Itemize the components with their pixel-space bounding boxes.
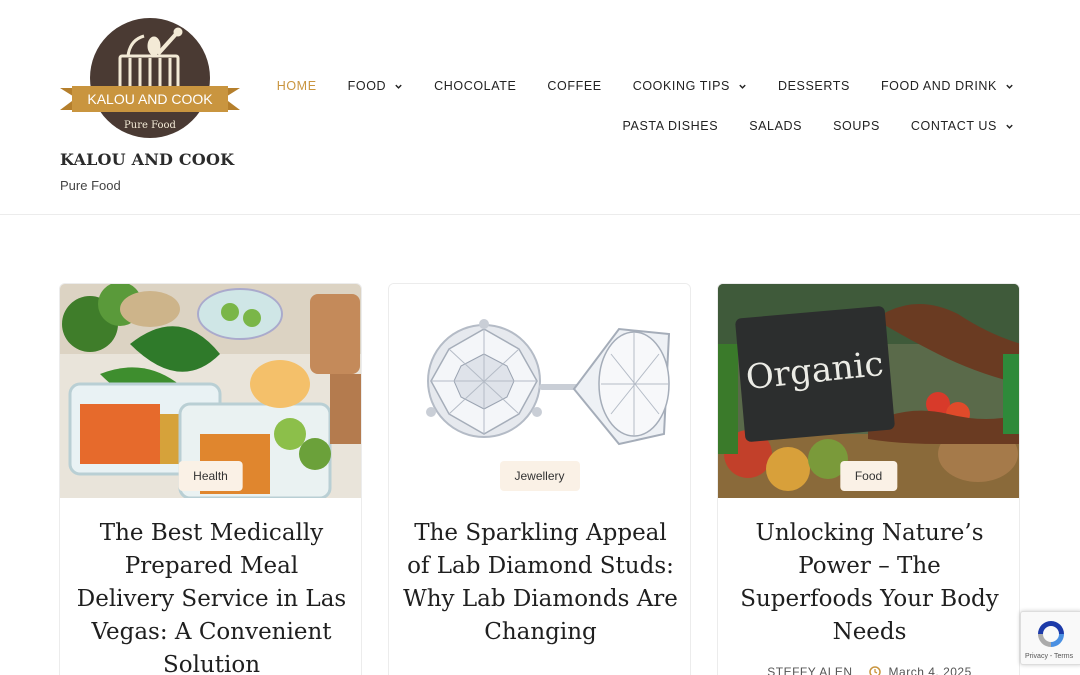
post-author[interactable]: STEFFY ALEN <box>767 665 852 675</box>
post-title[interactable]: The Best Medically Prepared Meal Deliver… <box>74 517 349 675</box>
nav-item-soups[interactable]: SOUPS <box>833 116 880 136</box>
nav-item-coffee[interactable]: COFFEE <box>547 76 601 96</box>
nav-item-food[interactable]: FOOD <box>348 76 404 96</box>
chevron-down-icon[interactable] <box>1005 122 1014 131</box>
primary-nav-row-1: HOME FOOD CHOCOLATE COFFEE COOKING TIPS DESSE… <box>277 76 1014 96</box>
clock-icon <box>868 666 881 675</box>
logo-sub-text: Pure Food <box>124 120 176 131</box>
category-badge[interactable]: Food <box>839 461 898 491</box>
nav-item-label: CONTACT US <box>910 119 997 133</box>
post-title[interactable]: Unlocking Nature’s Power – The Superfood… <box>732 517 1007 649</box>
nav-item-label: DESSERTS <box>777 79 850 93</box>
nav-item-desserts[interactable]: DESSERTS <box>778 76 850 96</box>
logo-main-text: KALOU AND COOK <box>87 91 213 107</box>
nav-item-food-and-drink[interactable]: FOOD AND DRINK <box>881 76 1014 96</box>
nav-item-label: COFFEE <box>547 79 602 93</box>
nav-item-label: SALADS <box>749 119 803 133</box>
chevron-down-icon[interactable] <box>1005 82 1014 91</box>
nav-item-home[interactable]: HOME <box>277 76 317 96</box>
nav-item-chocolate[interactable]: CHOCOLATE <box>434 76 516 96</box>
nav-item-label: PASTA DISHES <box>622 119 719 133</box>
nav-item-contact-us[interactable]: CONTACT US <box>911 116 1014 136</box>
post-meta: STEFFY ALEN March 4, 2025 <box>718 665 1019 675</box>
site-header: KALOU AND COOK Pure Food KALOU AND COOK … <box>0 0 1080 215</box>
nav-item-salads[interactable]: SALADS <box>749 116 802 136</box>
recaptcha-links[interactable]: Privacy - Terms <box>1025 653 1073 660</box>
nav-item-label: FOOD <box>347 79 387 93</box>
nav-item-cooking-tips[interactable]: COOKING TIPS <box>633 76 747 96</box>
recaptcha-icon <box>1038 621 1064 647</box>
post-date[interactable]: March 4, 2025 <box>889 665 972 675</box>
site-tagline: Pure Food <box>60 178 121 193</box>
nav-item-label: COOKING TIPS <box>632 79 730 93</box>
nav-item-pasta-dishes[interactable]: PASTA DISHES <box>623 116 719 136</box>
nav-item-label: FOOD AND DRINK <box>880 79 997 93</box>
category-badge[interactable]: Jewellery <box>499 461 580 491</box>
nav-item-label: HOME <box>276 79 317 93</box>
site-title[interactable]: KALOU AND COOK <box>60 150 234 169</box>
nav-item-label: SOUPS <box>833 119 880 133</box>
chevron-down-icon[interactable] <box>394 82 403 91</box>
post-title[interactable]: The Sparkling Appeal of Lab Diamond Stud… <box>403 517 678 649</box>
recaptcha-badge[interactable]: Privacy - Terms <box>1020 611 1080 665</box>
post-card[interactable]: Organic Food Unlocking Nature’s Power – … <box>717 283 1020 675</box>
post-card[interactable]: Jewellery The Sparkling Appeal of Lab Di… <box>388 283 691 675</box>
category-badge[interactable]: Health <box>178 461 243 491</box>
nav-item-label: CHOCOLATE <box>434 79 517 93</box>
primary-nav-row-2: PASTA DISHES SALADS SOUPS CONTACT US <box>623 116 1014 136</box>
post-card[interactable]: Health The Best Medically Prepared Meal … <box>59 283 362 675</box>
site-logo[interactable]: KALOU AND COOK Pure Food <box>58 16 242 142</box>
chevron-down-icon[interactable] <box>738 82 747 91</box>
